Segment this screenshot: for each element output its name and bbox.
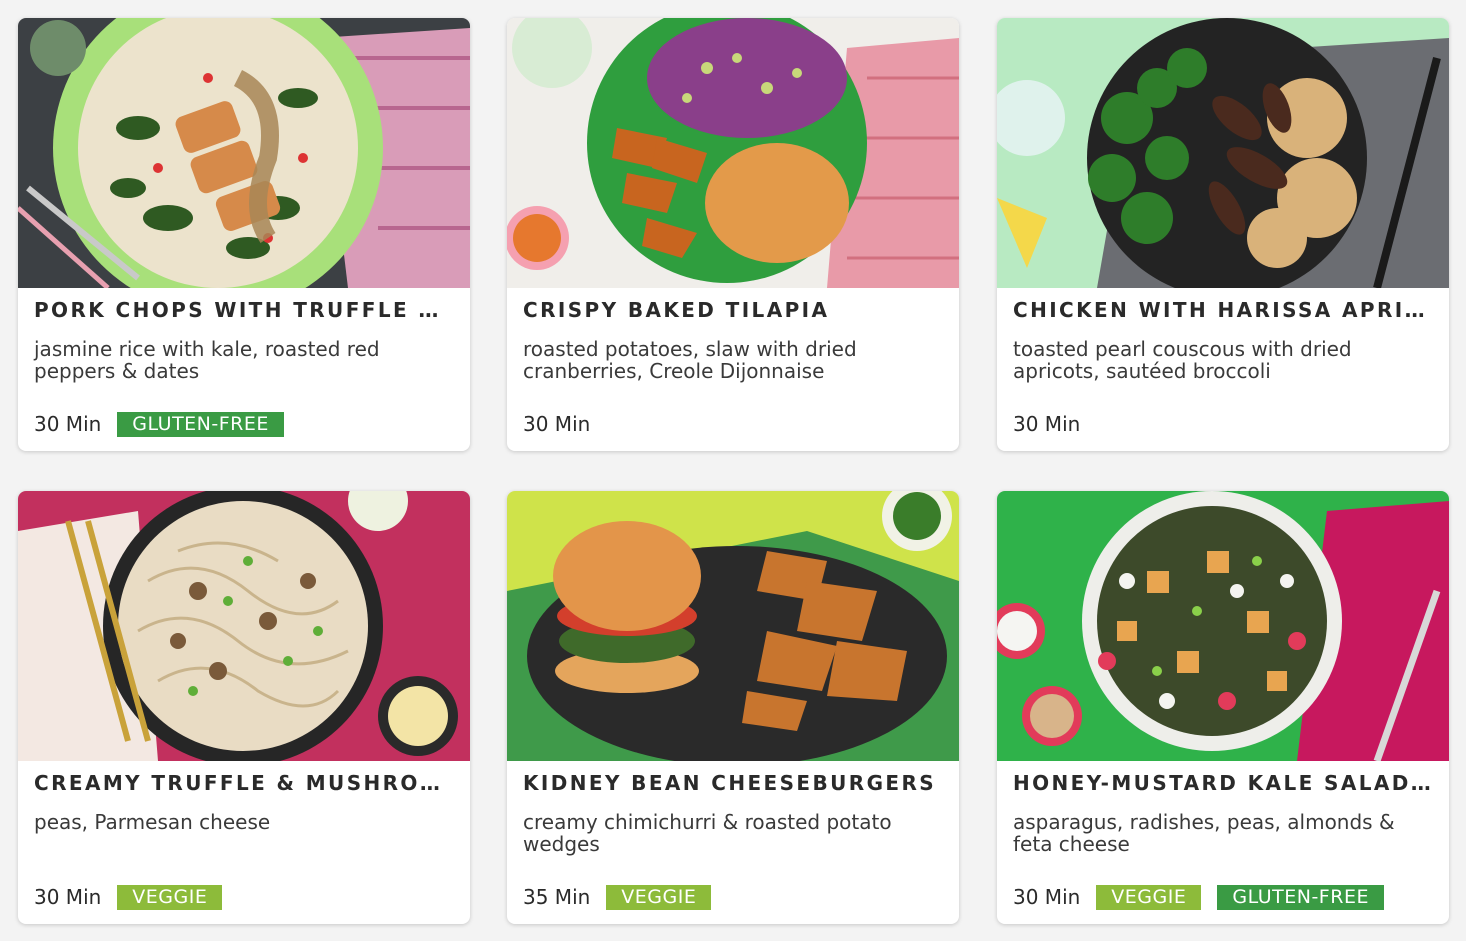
- recipe-title[interactable]: HONEY-MUSTARD KALE SALAD WITH CRISPY TOF…: [1013, 771, 1433, 795]
- recipe-title[interactable]: CREAMY TRUFFLE & MUSHROOM PASTA: [34, 771, 454, 795]
- cook-time: 30 Min: [34, 412, 102, 436]
- recipe-meta: 30 Min: [523, 411, 606, 437]
- recipe-image: [18, 491, 470, 761]
- veggie-badge: VEGGIE: [606, 884, 712, 910]
- cook-time: 35 Min: [523, 885, 591, 909]
- recipe-image: [507, 491, 959, 761]
- cook-time: 30 Min: [523, 412, 591, 436]
- recipe-description: toasted pearl couscous with dried aprico…: [1013, 337, 1352, 383]
- recipe-meta: 30 Min: [1013, 411, 1096, 437]
- recipe-card[interactable]: HONEY-MUSTARD KALE SALAD WITH CRISPY TOF…: [997, 491, 1449, 924]
- veggie-badge: VEGGIE: [1096, 884, 1202, 910]
- cook-time: 30 Min: [34, 885, 102, 909]
- gluten-free-badge: GLUTEN-FREE: [117, 411, 284, 437]
- recipe-card[interactable]: CREAMY TRUFFLE & MUSHROOM PASTA peas, Pa…: [18, 491, 470, 924]
- gluten-free-badge: GLUTEN-FREE: [1217, 884, 1384, 910]
- recipe-title[interactable]: KIDNEY BEAN CHEESEBURGERS: [523, 771, 943, 795]
- recipe-image: [997, 491, 1449, 761]
- recipe-description: asparagus, radishes, peas, almonds & fet…: [1013, 810, 1395, 856]
- recipe-meta: 35 Min VEGGIE: [523, 884, 727, 910]
- recipe-card[interactable]: CRISPY BAKED TILAPIA roasted potatoes, s…: [507, 18, 959, 451]
- recipe-description: creamy chimichurri & roasted potato wedg…: [523, 810, 892, 856]
- veggie-badge: VEGGIE: [117, 884, 223, 910]
- recipe-description: peas, Parmesan cheese: [34, 810, 271, 834]
- recipe-title[interactable]: CRISPY BAKED TILAPIA: [523, 298, 943, 322]
- recipe-meta: 30 Min VEGGIE GLUTEN-FREE: [1013, 884, 1400, 910]
- recipe-image: [997, 18, 1449, 288]
- recipe-title[interactable]: CHICKEN WITH HARISSA APRICOT SAUCE: [1013, 298, 1433, 322]
- recipe-meta: 30 Min VEGGIE: [34, 884, 238, 910]
- cook-time: 30 Min: [1013, 412, 1081, 436]
- recipe-card[interactable]: PORK CHOPS WITH TRUFFLE ROASTED RED PEPP…: [18, 18, 470, 451]
- recipe-card[interactable]: CHICKEN WITH HARISSA APRICOT SAUCE toast…: [997, 18, 1449, 451]
- recipe-description: jasmine rice with kale, roasted red pepp…: [34, 337, 380, 383]
- recipe-description: roasted potatoes, slaw with dried cranbe…: [523, 337, 857, 383]
- recipe-meta: 30 Min GLUTEN-FREE: [34, 411, 300, 437]
- recipe-card[interactable]: KIDNEY BEAN CHEESEBURGERS creamy chimich…: [507, 491, 959, 924]
- cook-time: 30 Min: [1013, 885, 1081, 909]
- recipe-image: [18, 18, 470, 288]
- recipe-image: [507, 18, 959, 288]
- recipe-title[interactable]: PORK CHOPS WITH TRUFFLE ROASTED RED PEPP…: [34, 298, 454, 322]
- recipe-grid: PORK CHOPS WITH TRUFFLE ROASTED RED PEPP…: [0, 0, 1466, 941]
